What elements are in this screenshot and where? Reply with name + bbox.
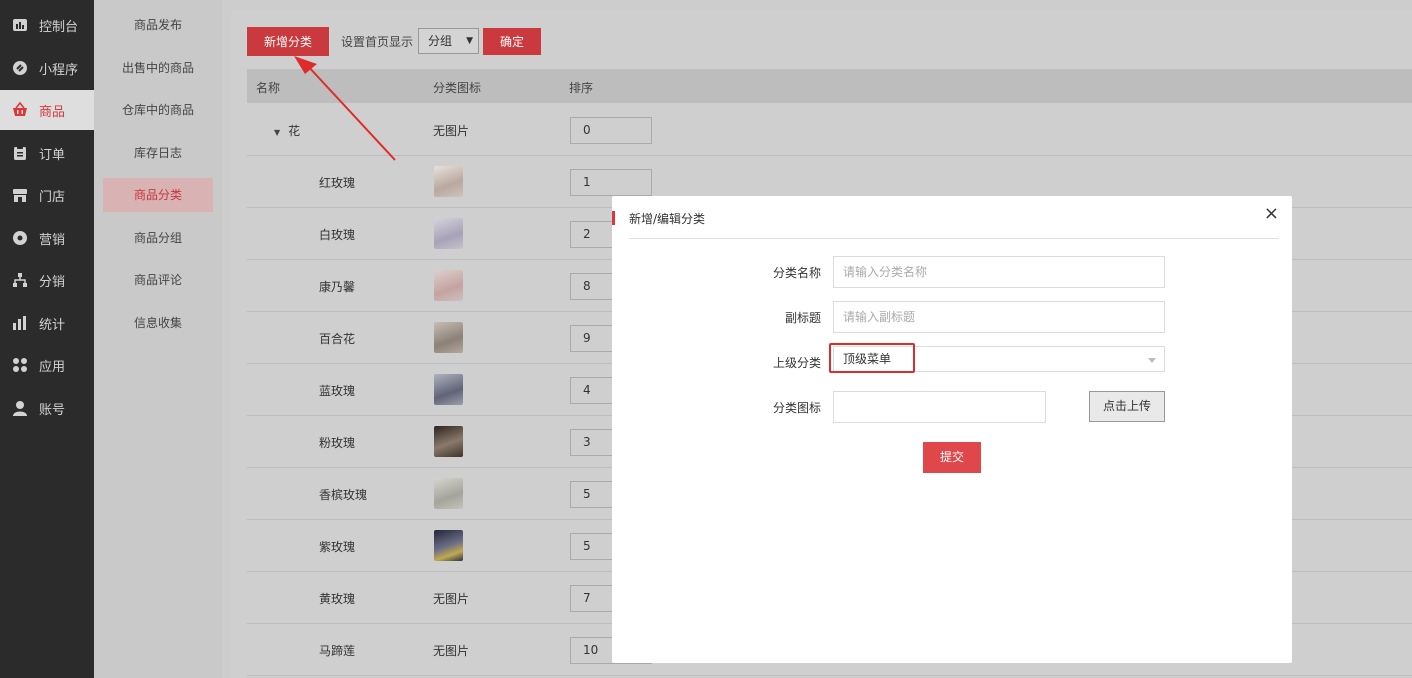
bar-chart-icon: [12, 315, 28, 331]
subnav-item-on-sale[interactable]: 出售中的商品: [103, 51, 213, 85]
nav-label: 控制台: [39, 19, 79, 35]
title-accent-bar: [612, 211, 615, 225]
category-thumbnail: [434, 426, 463, 457]
basket-icon: [12, 102, 28, 118]
row-icon-text: 无图片: [433, 124, 470, 138]
column-header-name: 名称: [256, 81, 281, 95]
category-icon-input[interactable]: [833, 391, 1046, 423]
subnav-item-categories[interactable]: 商品分类: [103, 178, 213, 212]
subnav-item-reviews[interactable]: 商品评论: [103, 263, 213, 297]
column-header-icon: 分类图标: [433, 81, 482, 95]
submit-button[interactable]: 提交: [923, 442, 981, 473]
category-thumbnail: [434, 478, 463, 509]
close-icon[interactable]: ×: [1264, 205, 1279, 223]
nav-item-stores[interactable]: 门店: [0, 175, 94, 215]
nav-item-statistics[interactable]: 统计: [0, 303, 94, 343]
row-name: 香槟玫瑰: [319, 488, 368, 502]
row-name: 马蹄莲: [319, 644, 356, 658]
row-name: 蓝玫瑰: [319, 384, 356, 398]
subnav-item-stock-log[interactable]: 库存日志: [103, 136, 213, 170]
category-thumbnail: [434, 322, 463, 353]
row-icon-text: 无图片: [433, 592, 470, 606]
nav-item-dashboard[interactable]: 控制台: [0, 5, 94, 45]
nav-item-products[interactable]: 商品: [0, 90, 94, 130]
category-thumbnail: [434, 218, 463, 249]
row-name: 红玫瑰: [319, 176, 356, 190]
main-sidebar: 控制台 小程序 商品 订单 门店 营销 分销 统计 应用 账号: [0, 0, 94, 678]
add-category-button[interactable]: 新增分类: [247, 27, 329, 56]
nav-label: 商品: [39, 104, 66, 120]
category-icon-label: 分类图标: [772, 401, 821, 415]
dashboard-icon: [12, 17, 28, 33]
nav-label: 账号: [39, 402, 66, 418]
link-icon: [12, 60, 28, 76]
store-icon: [12, 187, 28, 203]
annotation-highlight-box: [829, 343, 915, 373]
row-icon-text: 无图片: [433, 644, 470, 658]
upload-button[interactable]: 点击上传: [1089, 391, 1165, 422]
homepage-display-select[interactable]: 分组 ▼: [418, 28, 479, 54]
category-thumbnail: [434, 270, 463, 301]
nav-label: 小程序: [39, 62, 79, 78]
confirm-button[interactable]: 确定: [483, 28, 541, 55]
category-name-input[interactable]: 请输入分类名称: [833, 256, 1165, 288]
category-thumbnail: [434, 374, 463, 405]
row-name: 紫玫瑰: [319, 540, 356, 554]
category-name-label: 分类名称: [772, 266, 821, 280]
nav-item-account[interactable]: 账号: [0, 388, 94, 428]
clipboard-icon: [12, 145, 28, 161]
sort-input[interactable]: 0: [570, 117, 652, 144]
nav-label: 应用: [39, 359, 66, 375]
nav-item-orders[interactable]: 订单: [0, 133, 94, 173]
row-name: 粉玫瑰: [319, 436, 356, 450]
gear-icon: [12, 230, 28, 246]
nav-label: 分销: [39, 274, 66, 290]
subnav-item-info-collect[interactable]: 信息收集: [103, 306, 213, 340]
subtitle-input[interactable]: 请输入副标题: [833, 301, 1165, 333]
apps-icon: [12, 357, 28, 373]
subnav-item-warehouse[interactable]: 仓库中的商品: [103, 93, 213, 127]
nav-label: 营销: [39, 232, 66, 248]
column-header-sort: 排序: [569, 81, 594, 95]
dialog-title: 新增/编辑分类: [629, 212, 706, 226]
row-name: 百合花: [319, 332, 356, 346]
nav-label: 统计: [39, 317, 66, 333]
category-thumbnail: [434, 530, 463, 561]
subtitle-label: 副标题: [784, 311, 821, 325]
subnav-item-publish[interactable]: 商品发布: [103, 8, 213, 42]
table-row: ▼ 花 无图片 0: [247, 104, 1412, 156]
select-value: 分组: [428, 34, 453, 48]
parent-category-label: 上级分类: [772, 356, 821, 370]
user-icon: [12, 400, 28, 416]
dialog-divider: [629, 238, 1279, 239]
chevron-down-icon: [1148, 358, 1156, 363]
hierarchy-icon: [12, 272, 28, 288]
category-edit-dialog: 新增/编辑分类 × 分类名称 请输入分类名称 副标题 请输入副标题 上级分类 顶…: [612, 196, 1292, 663]
sub-sidebar: 商品发布 出售中的商品 仓库中的商品 库存日志 商品分类 商品分组 商品评论 信…: [94, 0, 222, 678]
row-name: 白玫瑰: [319, 228, 356, 242]
homepage-display-label: 设置首页显示: [341, 35, 414, 49]
row-name: 康乃馨: [319, 280, 356, 294]
nav-label: 订单: [39, 147, 66, 163]
category-thumbnail: [434, 166, 463, 197]
row-name: 黄玫瑰: [319, 592, 356, 606]
nav-item-apps[interactable]: 应用: [0, 345, 94, 385]
table-header: 名称 分类图标 排序: [247, 69, 1412, 103]
expand-caret-icon[interactable]: ▼: [274, 128, 280, 137]
nav-item-miniprogram[interactable]: 小程序: [0, 48, 94, 88]
nav-label: 门店: [39, 189, 66, 205]
nav-item-marketing[interactable]: 营销: [0, 218, 94, 258]
sort-input[interactable]: 1: [570, 169, 652, 196]
subnav-item-groups[interactable]: 商品分组: [103, 221, 213, 255]
caret-down-icon: ▼: [466, 36, 473, 46]
nav-item-distribution[interactable]: 分销: [0, 260, 94, 300]
row-name: ▼ 花: [274, 124, 301, 138]
